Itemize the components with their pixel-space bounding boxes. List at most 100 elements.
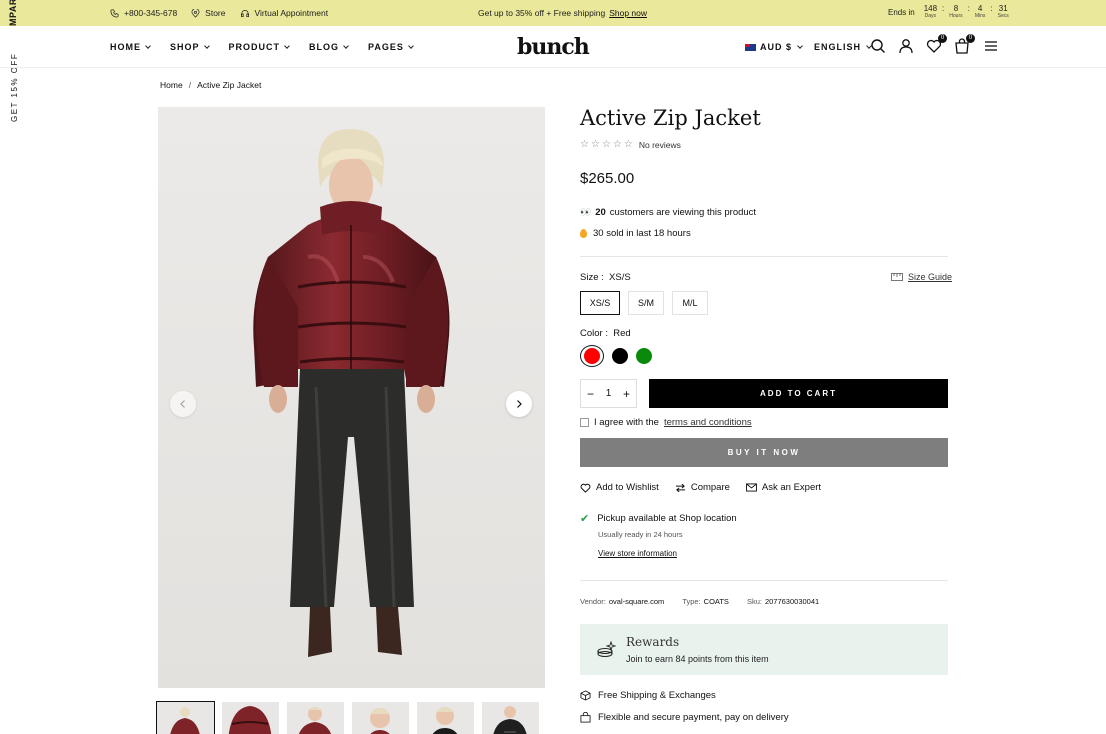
phone-link[interactable]: +800-345-678 bbox=[110, 8, 177, 18]
thumbnail-5[interactable] bbox=[417, 702, 474, 734]
product-price: $265.00 bbox=[580, 170, 635, 187]
sold-text: 30 sold in last 18 hours bbox=[593, 228, 691, 239]
currency-selector[interactable]: AUD $ bbox=[745, 42, 803, 52]
phone-icon bbox=[110, 9, 119, 17]
gallery-next-button[interactable] bbox=[506, 391, 532, 417]
thumbnail-3[interactable] bbox=[287, 702, 344, 734]
header-selectors: AUD $ ENGLISH bbox=[745, 26, 883, 68]
add-to-cart-button[interactable]: ADD TO CART bbox=[649, 379, 948, 408]
countdown-mins: 4 Mins bbox=[974, 4, 986, 19]
chevron-down-icon bbox=[408, 42, 414, 49]
divider bbox=[580, 580, 948, 581]
product-main-image[interactable] bbox=[158, 107, 545, 688]
free-shipping-policy: Free Shipping & Exchanges bbox=[580, 690, 716, 701]
reviews-count: No reviews bbox=[638, 139, 681, 150]
nav-shop[interactable]: SHOP bbox=[170, 42, 210, 52]
chevron-down-icon bbox=[797, 42, 803, 49]
pickup-availability: ✔ Pickup available at Shop location Usua… bbox=[580, 512, 737, 558]
header-icons: 0 0 bbox=[870, 34, 1000, 54]
chevron-right-icon bbox=[517, 400, 522, 408]
size-option-s-m[interactable]: S/M bbox=[628, 291, 664, 315]
color-swatch-black[interactable] bbox=[612, 348, 628, 364]
color-swatch-red[interactable] bbox=[584, 348, 600, 364]
lock-bag-icon bbox=[580, 712, 591, 723]
product-title: Active Zip Jacket bbox=[580, 106, 761, 130]
nav-home[interactable]: HOME bbox=[110, 42, 151, 52]
thumbnail-strip bbox=[156, 701, 539, 734]
countdown-timer: Ends in 148 Days : 8 Hours : 4 Mins : 31 Sec… bbox=[888, 4, 1009, 19]
nav-product[interactable]: PRODUCT bbox=[229, 42, 290, 52]
quantity-increase-button[interactable]: + bbox=[623, 387, 630, 401]
countdown-days: 148 Days bbox=[923, 4, 938, 19]
quantity-value[interactable]: 1 bbox=[606, 388, 612, 399]
size-label: Size : XS/S bbox=[580, 272, 631, 283]
color-label: Color : Red bbox=[580, 328, 631, 339]
announcement-bar: +800-345-678 Store Virtual Appointment G… bbox=[0, 0, 1106, 26]
view-store-link[interactable]: View store information bbox=[598, 549, 737, 558]
size-options: XS/S S/M M/L bbox=[580, 291, 708, 315]
phone-number: +800-345-678 bbox=[124, 8, 178, 18]
language-selector[interactable]: ENGLISH bbox=[814, 42, 872, 52]
thumbnail-1[interactable] bbox=[156, 701, 215, 734]
site-logo[interactable]: bunch bbox=[517, 34, 590, 60]
ruler-icon bbox=[891, 273, 903, 281]
wishlist-icon[interactable]: 0 bbox=[926, 34, 947, 54]
store-link[interactable]: Store bbox=[191, 8, 226, 18]
product-actions: Add to Wishlist Compare Ask an Expert bbox=[580, 482, 821, 493]
terms-link[interactable]: terms and conditions bbox=[664, 417, 752, 428]
headset-icon bbox=[240, 9, 249, 17]
cart-icon[interactable]: 0 bbox=[954, 34, 975, 54]
breadcrumb: Home / Active Zip Jacket bbox=[160, 80, 261, 90]
buy-it-now-button[interactable]: BUY IT NOW bbox=[580, 438, 948, 467]
flame-icon bbox=[580, 229, 587, 238]
menu-icon[interactable] bbox=[984, 38, 1000, 54]
location-pin-icon bbox=[191, 8, 200, 18]
eyes-icon: 👀 bbox=[580, 207, 592, 217]
gallery-prev-button[interactable] bbox=[170, 391, 196, 417]
countdown-secs: 31 Secs bbox=[997, 4, 1009, 19]
size-guide-link[interactable]: Size Guide bbox=[891, 272, 952, 282]
nav-pages[interactable]: PAGES bbox=[368, 42, 414, 52]
site-header: HOME SHOP PRODUCT BLOG PAGES bunch AUD $… bbox=[0, 26, 1106, 68]
side-compare-tab[interactable]: MPARE bbox=[8, 0, 18, 26]
terms-checkbox[interactable] bbox=[580, 418, 589, 427]
size-option-xs-s[interactable]: XS/S bbox=[580, 291, 620, 315]
account-icon[interactable] bbox=[898, 38, 914, 54]
ask-expert-button[interactable]: Ask an Expert bbox=[745, 482, 821, 493]
thumbnail-4[interactable] bbox=[352, 702, 409, 734]
quantity-decrease-button[interactable]: − bbox=[587, 387, 594, 401]
nav-blog[interactable]: BLOG bbox=[309, 42, 349, 52]
sku-info: Sku: 2077630030041 bbox=[746, 597, 820, 606]
size-option-m-l[interactable]: M/L bbox=[672, 291, 708, 315]
add-to-wishlist-button[interactable]: Add to Wishlist bbox=[580, 482, 659, 493]
australia-flag-icon bbox=[745, 43, 756, 51]
viewing-count: 20 bbox=[595, 207, 606, 218]
chevron-left-icon bbox=[180, 400, 185, 408]
chevron-down-icon bbox=[203, 42, 210, 49]
compare-button[interactable]: Compare bbox=[675, 482, 730, 493]
search-icon[interactable] bbox=[870, 38, 886, 54]
sold-recently: 30 sold in last 18 hours bbox=[580, 228, 691, 239]
countdown-hours: 8 Hours bbox=[949, 4, 963, 19]
pickup-ready-text: Usually ready in 24 hours bbox=[598, 530, 683, 539]
shop-now-link[interactable]: Shop now bbox=[609, 8, 647, 18]
thumbnail-2[interactable] bbox=[222, 702, 279, 734]
agree-text: I agree with the bbox=[594, 417, 659, 428]
thumbnail-6[interactable] bbox=[482, 702, 539, 734]
rewards-title: Rewards bbox=[626, 635, 680, 649]
type-info: Type: COATS bbox=[682, 597, 729, 606]
star-icon: ☆ bbox=[601, 139, 611, 150]
rating-stars[interactable]: ☆ ☆ ☆ ☆ ☆ No reviews bbox=[580, 139, 681, 150]
promo-text: Get up to 35% off + Free shipping bbox=[478, 8, 606, 18]
color-swatch-green[interactable] bbox=[636, 348, 652, 364]
color-swatches bbox=[580, 345, 652, 367]
ends-in-label: Ends in bbox=[888, 8, 915, 17]
compare-arrows-icon bbox=[675, 483, 685, 492]
pickup-text: Pickup available at Shop location bbox=[597, 513, 737, 524]
rewards-subtitle[interactable]: Join to earn 84 points from this item bbox=[626, 654, 769, 664]
model-puffer-jacket-image bbox=[158, 107, 545, 688]
contact-links: +800-345-678 Store Virtual Appointment bbox=[110, 0, 328, 26]
terms-agreement: I agree with the terms and conditions bbox=[580, 417, 752, 428]
virtual-appointment-link[interactable]: Virtual Appointment bbox=[240, 8, 328, 18]
breadcrumb-home[interactable]: Home bbox=[160, 80, 183, 90]
